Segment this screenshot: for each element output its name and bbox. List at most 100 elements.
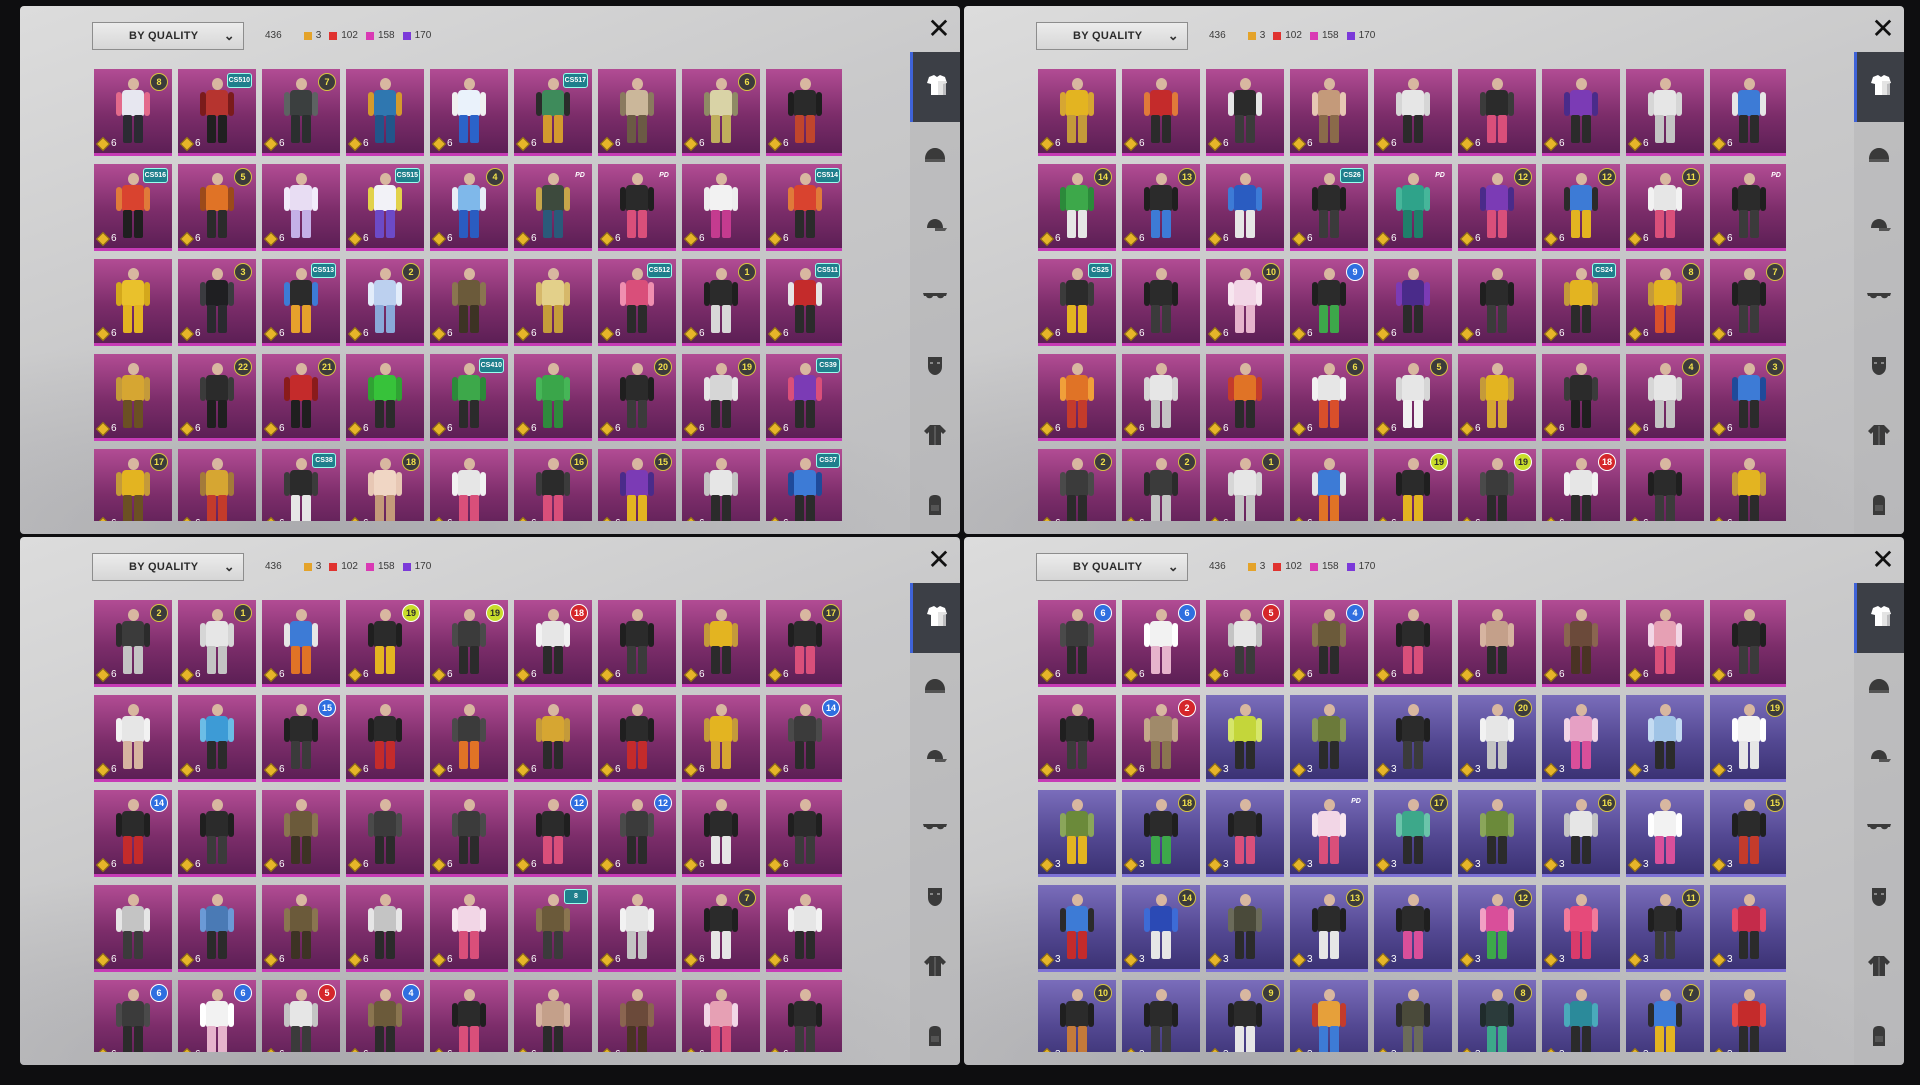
item-card[interactable]: 6 19 (346, 600, 424, 687)
item-card[interactable]: 6 CS37 (766, 449, 842, 521)
sidebar-tab-cap[interactable] (910, 723, 960, 793)
item-card[interactable]: 6 (430, 259, 508, 346)
item-card[interactable]: 6 (178, 449, 256, 521)
item-card[interactable]: 6 (430, 885, 508, 972)
item-card[interactable]: 6 (346, 354, 424, 441)
item-card[interactable]: 6 (598, 980, 676, 1052)
item-card[interactable]: 61 (178, 600, 256, 687)
item-card[interactable]: 6 (1710, 449, 1786, 521)
sidebar-tab-backpack[interactable] (910, 472, 960, 534)
item-card[interactable]: 3 (1458, 790, 1536, 877)
item-card[interactable]: 3 (1542, 695, 1620, 782)
item-card[interactable]: 6 (430, 449, 508, 521)
item-card[interactable]: 6 (514, 980, 592, 1052)
item-card[interactable]: 67 (682, 885, 760, 972)
item-card[interactable]: 6 17 (766, 600, 842, 687)
item-card[interactable]: 3 (1122, 980, 1200, 1052)
item-card[interactable]: 6 (94, 695, 172, 782)
item-card[interactable]: 6 (1542, 69, 1620, 156)
item-card[interactable]: 6 CS39 (766, 354, 842, 441)
item-card[interactable]: 6 (1626, 600, 1704, 687)
item-card[interactable]: 6 12 (598, 790, 676, 877)
item-card[interactable]: 66 (94, 980, 172, 1052)
item-card[interactable]: 6 11 (1626, 164, 1704, 251)
item-card[interactable]: 6 (1038, 69, 1116, 156)
item-card[interactable]: 6 CS24 (1542, 259, 1620, 346)
item-card[interactable]: 6 CS25 (1038, 259, 1116, 346)
item-card[interactable]: 3 (1374, 885, 1452, 972)
sort-dropdown[interactable]: BY QUALITY ⌄ (1036, 553, 1188, 581)
item-card[interactable]: 65 (1206, 600, 1284, 687)
item-card[interactable]: 6 (682, 449, 760, 521)
item-card[interactable]: 3 10 (1038, 980, 1116, 1052)
item-card[interactable]: 3 (1206, 885, 1284, 972)
item-card[interactable]: 62 (94, 600, 172, 687)
item-card[interactable]: 6 CS26 (1290, 164, 1368, 251)
sort-dropdown[interactable]: BY QUALITY ⌄ (1036, 22, 1188, 50)
sort-dropdown[interactable]: BY QUALITY ⌄ (92, 22, 244, 50)
sidebar-tab-jacket[interactable] (910, 402, 960, 472)
item-card[interactable]: 62 (1122, 695, 1200, 782)
item-card[interactable]: 6 (178, 790, 256, 877)
sidebar-tab-helmet[interactable] (910, 122, 960, 192)
item-card[interactable]: 6 (514, 354, 592, 441)
item-card[interactable]: 6 (262, 885, 340, 972)
item-card[interactable]: 6 (598, 600, 676, 687)
sidebar-tab-mask[interactable] (910, 863, 960, 933)
item-card[interactable]: 3 (1038, 885, 1116, 972)
sidebar-tab-jacket[interactable] (910, 933, 960, 1003)
item-card[interactable]: 64 (430, 164, 508, 251)
item-card[interactable]: 6 (514, 259, 592, 346)
item-card[interactable]: 6 CS510 (178, 69, 256, 156)
item-card[interactable]: 3 (1626, 695, 1704, 782)
sidebar-tab-cap[interactable] (1854, 723, 1904, 793)
item-card[interactable]: 3 (1710, 885, 1786, 972)
item-card[interactable]: 69 (1290, 259, 1368, 346)
item-card[interactable]: 6 17 (94, 449, 172, 521)
item-card[interactable]: 6 (346, 790, 424, 877)
sidebar-tab-backpack[interactable] (910, 1003, 960, 1065)
item-card[interactable]: 6 CS515 (346, 164, 424, 251)
sidebar-tab-mask[interactable] (1854, 863, 1904, 933)
sidebar-tab-jacket[interactable] (1854, 933, 1904, 1003)
item-card[interactable]: 6 19 (1458, 449, 1536, 521)
item-card[interactable]: 6 (178, 695, 256, 782)
sidebar-tab-glasses[interactable] (1854, 262, 1904, 332)
sidebar-tab-backpack[interactable] (1854, 1003, 1904, 1065)
item-card[interactable]: 3 15 (1710, 790, 1786, 877)
item-card[interactable]: 3 (1626, 790, 1704, 877)
item-card[interactable]: 6 (1542, 354, 1620, 441)
item-card[interactable]: 6 18 (346, 449, 424, 521)
item-card[interactable]: 6 CS410 (430, 354, 508, 441)
item-card[interactable]: 6 12 (1458, 164, 1536, 251)
item-card[interactable]: 6 (1038, 354, 1116, 441)
item-card[interactable]: 63 (178, 259, 256, 346)
item-card[interactable]: 6 (1038, 695, 1116, 782)
item-card[interactable]: 6 (766, 980, 842, 1052)
item-card[interactable]: 6 (1122, 259, 1200, 346)
item-card[interactable]: 6 (94, 885, 172, 972)
item-card[interactable]: 6 20 (598, 354, 676, 441)
item-card[interactable]: 3 (1374, 695, 1452, 782)
sidebar-tab-outfit[interactable] (1854, 583, 1904, 653)
item-card[interactable]: 6 14 (766, 695, 842, 782)
sidebar-tab-helmet[interactable] (1854, 653, 1904, 723)
item-card[interactable]: 39 (1206, 980, 1284, 1052)
item-card[interactable]: 62 (1038, 449, 1116, 521)
item-card[interactable]: 6 (1206, 164, 1284, 251)
item-card[interactable]: 66 (1122, 600, 1200, 687)
item-card[interactable]: 6 PD (1374, 164, 1452, 251)
item-card[interactable]: 6 14 (94, 790, 172, 877)
item-card[interactable]: 6 CS513 (262, 259, 340, 346)
item-card[interactable]: 6 10 (1206, 259, 1284, 346)
item-card[interactable]: 6 (346, 695, 424, 782)
item-card[interactable]: 6 (1374, 69, 1452, 156)
close-button[interactable]: ✕ (926, 15, 952, 43)
sidebar-tab-cap[interactable] (1854, 192, 1904, 262)
item-card[interactable]: 65 (178, 164, 256, 251)
item-card[interactable]: 6 PD (514, 164, 592, 251)
item-card[interactable]: 3 11 (1626, 885, 1704, 972)
item-card[interactable]: 6 (1626, 69, 1704, 156)
item-card[interactable]: 6 14 (1038, 164, 1116, 251)
item-card[interactable]: 37 (1626, 980, 1704, 1052)
